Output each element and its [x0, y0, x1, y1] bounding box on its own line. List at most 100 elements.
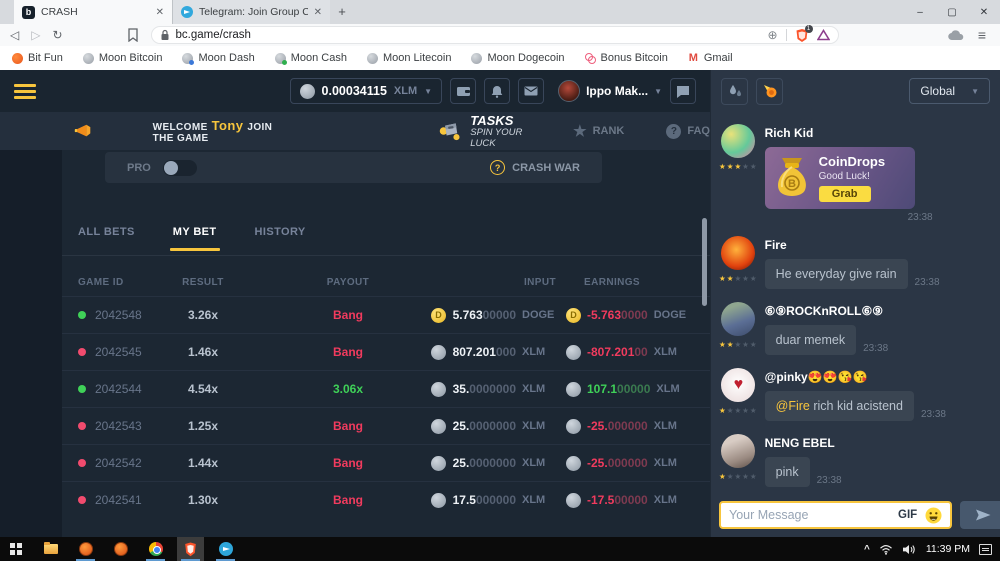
avatar[interactable]: [721, 434, 755, 468]
faq-link[interactable]: ? FAQ: [666, 124, 710, 139]
result-value: 1.30x: [173, 493, 233, 507]
emoji-icon[interactable]: [925, 507, 942, 524]
tray-chevron-icon[interactable]: ^: [864, 544, 870, 555]
game-status-dot: [78, 422, 86, 430]
tab-close-icon[interactable]: ✕: [156, 7, 164, 18]
coin-icon: D: [431, 345, 446, 360]
bookmark-moonlitecoin[interactable]: Moon Litecoin: [367, 52, 452, 64]
chat-username[interactable]: Rich Kid: [765, 126, 990, 140]
volume-icon[interactable]: [902, 544, 917, 555]
maximize-button[interactable]: ▢: [936, 0, 968, 24]
triangle-extension-icon[interactable]: [817, 29, 830, 41]
avatar[interactable]: [721, 302, 755, 336]
game-id[interactable]: 2042543: [95, 419, 142, 433]
bookmark-mooncash[interactable]: Moon Cash: [275, 52, 347, 64]
tab-crash[interactable]: b CRASH ✕: [14, 0, 172, 24]
wifi-icon[interactable]: [879, 544, 893, 555]
bookmark-gmail[interactable]: MGmail: [688, 52, 733, 64]
bookmark-bitfun[interactable]: Bit Fun: [12, 52, 63, 64]
new-tab-button[interactable]: +: [330, 0, 354, 24]
coin-icon: D: [566, 345, 581, 360]
coindrop-button[interactable]: [756, 78, 783, 105]
page-content: 0.00034115 XLM ▼ Ippo Mak... ▼: [0, 70, 1000, 537]
file-explorer-button[interactable]: [37, 537, 64, 561]
tab-all-bets[interactable]: ALL BETS: [78, 226, 135, 251]
telegram-button[interactable]: [212, 537, 239, 561]
chat-username[interactable]: Fire: [765, 238, 990, 252]
forward-icon[interactable]: ▷: [31, 29, 40, 41]
header-earnings: EARNINGS: [566, 277, 640, 288]
header-payout: PAYOUT: [273, 277, 423, 288]
notifications-button[interactable]: [484, 78, 510, 104]
app-button-1[interactable]: [72, 537, 99, 561]
message-bubble: He everyday give rain: [765, 259, 908, 289]
start-button[interactable]: [2, 537, 29, 561]
address-bar[interactable]: bc.game/crash ⊕ 1: [151, 26, 839, 44]
send-button[interactable]: [960, 501, 1000, 529]
rain-button[interactable]: [721, 78, 748, 105]
game-id[interactable]: 2042544: [95, 382, 142, 396]
back-icon[interactable]: ◁: [10, 29, 19, 41]
hamburger-menu-icon[interactable]: [14, 84, 36, 99]
bookmark-bonusbitcoin[interactable]: Bonus Bitcoin: [585, 52, 668, 64]
minimize-button[interactable]: –: [904, 0, 936, 24]
bets-table: GAME ID RESULT PAYOUT INPUT EARNINGS 204…: [62, 268, 710, 518]
tasks-banner[interactable]: TASKS SPIN YOUR LUCK: [439, 114, 531, 149]
cloud-icon[interactable]: [948, 30, 964, 41]
url-text[interactable]: bc.game/crash: [176, 29, 762, 41]
scrollbar[interactable]: [702, 218, 707, 306]
gif-button[interactable]: GIF: [898, 509, 917, 521]
chrome-button[interactable]: [142, 537, 169, 561]
taskbar-clock[interactable]: 11:39 PM: [926, 543, 970, 555]
brave-button[interactable]: [177, 537, 204, 561]
moon-icon: [367, 53, 378, 64]
game-id[interactable]: 2042548: [95, 308, 142, 322]
divider: [62, 255, 710, 256]
rank-link[interactable]: ★ RANK: [573, 124, 624, 139]
chat-channel-dropdown[interactable]: Global ▼: [909, 78, 990, 104]
table-row: 2042543 1.25x Bang D25.0000000XLM D-25.0…: [62, 407, 710, 444]
tab-history[interactable]: HISTORY: [255, 226, 306, 251]
game-id[interactable]: 2042542: [95, 456, 142, 470]
message-input-box[interactable]: GIF: [719, 501, 952, 529]
moon-icon: [275, 53, 286, 64]
chat-username[interactable]: ⑥⑨ROCKnROLL⑥⑨: [765, 304, 990, 318]
target-icon[interactable]: ⊕: [767, 28, 777, 42]
grab-button[interactable]: Grab: [819, 186, 871, 202]
message-input[interactable]: [729, 508, 890, 522]
close-button[interactable]: ✕: [968, 0, 1000, 24]
bookmark-label: Moon Bitcoin: [99, 52, 163, 64]
tab-telegram[interactable]: Telegram: Join Group Chat ✕: [172, 0, 330, 24]
chat-username[interactable]: @pinky😍😍😘😘: [765, 370, 990, 384]
payout-value: 3.06x: [273, 382, 423, 396]
app-button-2[interactable]: [107, 537, 134, 561]
coin-icon: D: [431, 419, 446, 434]
tab-my-bet[interactable]: MY BET: [173, 226, 217, 251]
avatar[interactable]: [721, 124, 755, 158]
browser-menu-icon[interactable]: ≡: [978, 28, 986, 42]
bookmark-moondogecoin[interactable]: Moon Dogecoin: [471, 52, 564, 64]
chat-username[interactable]: NENG EBEL: [765, 436, 990, 450]
reload-icon[interactable]: ↻: [52, 29, 62, 41]
action-center-icon[interactable]: [979, 544, 992, 555]
brave-shield-icon[interactable]: 1: [795, 28, 809, 43]
pro-toggle[interactable]: [163, 160, 197, 176]
game-status-dot: [78, 496, 86, 504]
mention[interactable]: @Fire: [776, 399, 810, 413]
coin-icon: D: [431, 382, 446, 397]
tab-close-icon[interactable]: ✕: [314, 7, 322, 18]
currency-label: XLM: [654, 346, 688, 358]
bookmark-icon[interactable]: [127, 28, 139, 42]
messages-button[interactable]: [518, 78, 544, 104]
bookmark-moonbitcoin[interactable]: Moon Bitcoin: [83, 52, 163, 64]
game-id[interactable]: 2042541: [95, 493, 142, 507]
game-id[interactable]: 2042545: [95, 345, 142, 359]
balance-dropdown[interactable]: 0.00034115 XLM ▼: [290, 78, 443, 104]
avatar[interactable]: [721, 236, 755, 270]
chat-toggle-button[interactable]: [670, 78, 696, 104]
avatar[interactable]: ♥: [721, 368, 755, 402]
user-menu[interactable]: Ippo Mak... ▼: [558, 80, 662, 102]
wallet-button[interactable]: [450, 78, 476, 104]
bookmark-moondash[interactable]: Moon Dash: [182, 52, 254, 64]
crash-war-link[interactable]: ? CRASH WAR: [490, 160, 580, 175]
